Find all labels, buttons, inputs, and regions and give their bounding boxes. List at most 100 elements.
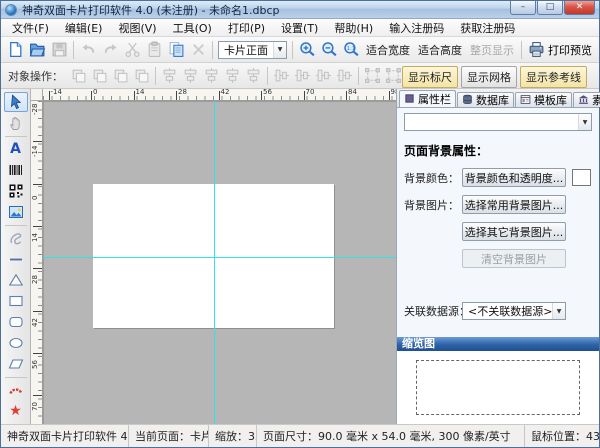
menu-item[interactable]: 输入注册码 [381, 18, 452, 38]
curve-tool[interactable] [4, 228, 28, 248]
menu-item[interactable]: 打印(P) [220, 18, 273, 38]
window-controls: – □ ✕ [509, 1, 595, 15]
menu-item[interactable]: 帮助(H) [326, 18, 381, 38]
title-bar: 神奇双面卡片打印软件 4.0 (未注册) - 未命名1.dbcp – □ ✕ [1, 1, 599, 19]
triangle-tool[interactable] [4, 270, 28, 290]
status-segment: 当前页面：卡片正面 [129, 425, 209, 447]
zoom-in-button[interactable] [296, 39, 318, 61]
bg-other-image-button[interactable]: 选择其它背景图片... [462, 222, 566, 241]
zoom-out-button[interactable] [318, 39, 340, 61]
qrcode-tool[interactable] [4, 181, 28, 201]
print-preview-button[interactable]: 打印预览 [525, 41, 595, 58]
ruler-tick [133, 91, 135, 100]
tab-label: 素材库 [592, 93, 600, 107]
view-toggle-buttons: 显示标尺 显示网格 显示参考线 [402, 66, 587, 88]
bg-color-swatch[interactable] [572, 169, 591, 186]
image-tool[interactable] [4, 202, 28, 222]
hand-tool[interactable] [4, 113, 28, 133]
same-width-button[interactable] [334, 66, 355, 86]
align-top-button[interactable] [222, 66, 243, 86]
fit-page-button[interactable]: 整页显示 [466, 40, 518, 60]
open-button[interactable] [26, 39, 48, 61]
text-tool[interactable]: A [4, 139, 28, 159]
zoom-actual-button[interactable]: 1:1 [340, 39, 362, 61]
bring-forward-button[interactable] [110, 66, 131, 86]
paste-button[interactable] [143, 39, 165, 61]
new-button[interactable] [4, 39, 26, 61]
parallelogram-tool[interactable] [4, 354, 28, 374]
copy-page-button[interactable] [165, 39, 187, 61]
ruler-tick [303, 91, 305, 100]
close-button[interactable]: ✕ [564, 1, 595, 15]
same-height-button[interactable] [362, 66, 383, 86]
select-tool[interactable] [3, 92, 28, 112]
fit-height-button[interactable]: 适合高度 [414, 40, 466, 60]
window-title: 神奇双面卡片打印软件 4.0 (未注册) - 未命名1.dbcp [22, 3, 280, 17]
fit-width-button[interactable]: 适合宽度 [362, 40, 414, 60]
same-size-button[interactable] [383, 66, 404, 86]
menu-item[interactable]: 工具(O) [165, 18, 220, 38]
tab-素材库[interactable]: 素材库 [573, 92, 600, 107]
curve-tool-icon [8, 230, 24, 246]
send-backward-button[interactable] [131, 66, 152, 86]
delete-button[interactable] [187, 39, 209, 61]
canvas[interactable] [43, 101, 396, 424]
bring-to-front-button[interactable] [68, 66, 89, 86]
object-selector-dropdown[interactable]: ▼ [404, 113, 592, 131]
undo-button[interactable] [77, 39, 99, 61]
distribute-horizontal-button[interactable] [292, 66, 313, 86]
properties-icon [404, 93, 415, 104]
distribute-vertical-button[interactable] [313, 66, 334, 86]
align-bottom-button[interactable] [271, 66, 292, 86]
menu-item[interactable]: 文件(F) [4, 18, 57, 38]
cut-button[interactable] [121, 39, 143, 61]
minimize-button[interactable]: – [510, 1, 536, 15]
line-tool[interactable] [4, 249, 28, 269]
toggle-显示标尺[interactable]: 显示标尺 [402, 66, 458, 88]
bg-color-button[interactable]: 背景颜色和透明度... [462, 168, 566, 187]
save-button[interactable] [48, 39, 70, 61]
vertical-guide-line[interactable] [214, 101, 215, 424]
menu-item[interactable]: 编辑(E) [57, 18, 111, 38]
maximize-button[interactable]: □ [537, 1, 563, 15]
send-to-back-button[interactable] [89, 66, 110, 86]
ruler-tick [33, 395, 42, 397]
align-right-button[interactable] [201, 66, 222, 86]
copy-page-icon [168, 41, 185, 58]
menu-item[interactable]: 获取注册码 [452, 18, 523, 38]
star-tool[interactable]: ★ [4, 401, 28, 421]
delete-icon [190, 41, 207, 58]
menu-item[interactable]: 视图(V) [110, 18, 164, 38]
select-tool-icon [8, 94, 24, 110]
tab-数据库[interactable]: 数据库 [457, 92, 514, 107]
align-center-horizontal-button[interactable] [180, 66, 201, 86]
status-segment: 页面尺寸：90.0 毫米 x 54.0 毫米, 300 像素/英寸 [257, 425, 525, 447]
barcode-tool[interactable] [4, 160, 28, 180]
tab-属性栏[interactable]: 属性栏 [399, 90, 456, 107]
bg-clear-button[interactable]: 清空背景图片 [462, 249, 566, 268]
toggle-显示参考线[interactable]: 显示参考线 [520, 66, 587, 88]
ruler-label: 84 [348, 89, 357, 96]
bg-common-image-button[interactable]: 选择常用背景图片... [462, 195, 566, 214]
ruler-label: -28 [31, 103, 39, 115]
ruler-label: 28 [178, 89, 187, 96]
redo-button[interactable] [99, 39, 121, 61]
arc-text-tool[interactable] [4, 380, 28, 400]
datasource-dropdown[interactable]: <不关联数据源> ▼ [462, 302, 566, 320]
horizontal-guide-line[interactable] [43, 257, 396, 258]
rectangle-tool[interactable] [4, 291, 28, 311]
align-middle-vertical-button[interactable] [243, 66, 264, 86]
page-side-selector[interactable]: 卡片正面 ▼ [218, 40, 287, 59]
ruler-label: -14 [50, 89, 62, 96]
align-left-button[interactable] [159, 66, 180, 86]
bg-image-label: 背景图片： [404, 198, 459, 212]
menu-item[interactable]: 设置(T) [273, 18, 326, 38]
ellipse-tool[interactable] [4, 333, 28, 353]
tab-模板库[interactable]: 模板库 [515, 92, 572, 107]
ruler-label: 42 [31, 317, 39, 327]
toggle-显示网格[interactable]: 显示网格 [461, 66, 517, 88]
ruler-tick [33, 310, 42, 312]
toolbar-separator [212, 40, 213, 59]
ruler-label: 14 [135, 89, 145, 96]
rounded-rectangle-tool[interactable] [4, 312, 28, 332]
